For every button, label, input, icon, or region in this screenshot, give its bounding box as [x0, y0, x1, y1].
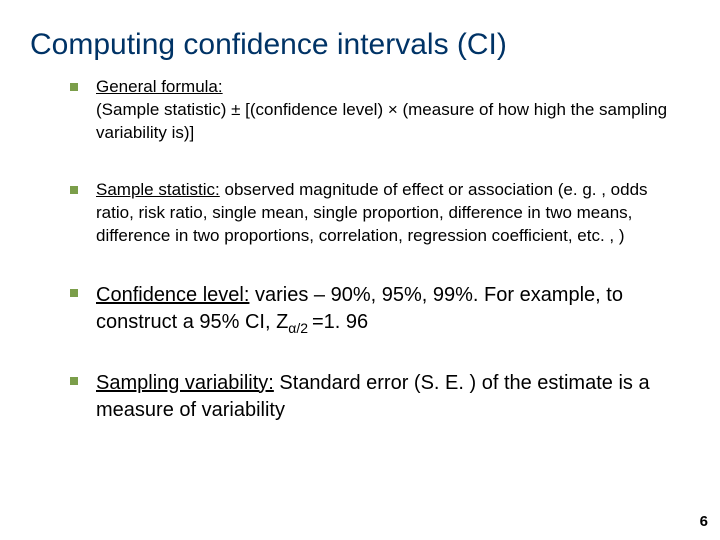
slide-title: Computing confidence intervals (CI)	[30, 28, 680, 62]
bullet-confidence-level: Confidence level: varies – 90%, 95%, 99%…	[70, 282, 680, 336]
slide: Computing confidence intervals (CI) Gene…	[0, 0, 720, 540]
bullet-list: General formula: (Sample statistic) ± [(…	[30, 76, 680, 424]
bullet-label: General formula:	[96, 77, 223, 96]
bullet-label: Confidence level:	[96, 284, 249, 306]
bullet-body-b: =1. 96	[312, 311, 368, 333]
bullet-label: Sampling variability:	[96, 372, 274, 394]
bullet-sample-statistic: Sample statistic: observed magnitude of …	[70, 179, 680, 248]
bullet-label: Sample statistic:	[96, 180, 220, 199]
z-subscript: α/2	[288, 320, 312, 336]
page-number: 6	[700, 513, 708, 530]
bullet-general-formula: General formula: (Sample statistic) ± [(…	[70, 76, 680, 145]
bullet-body: (Sample statistic) ± [(confidence level)…	[96, 100, 667, 142]
bullet-sampling-variability: Sampling variability: Standard error (S.…	[70, 370, 680, 424]
